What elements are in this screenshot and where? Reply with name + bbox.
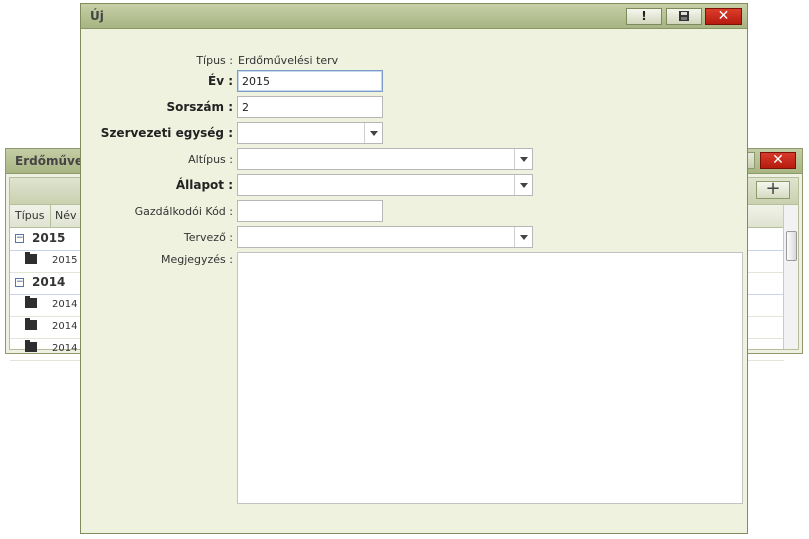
floppy-disk-icon — [679, 11, 689, 21]
save-button[interactable] — [666, 8, 702, 25]
folder-icon — [25, 296, 37, 308]
background-window-title: Erdőműve — [15, 154, 83, 168]
folder-icon — [25, 252, 37, 264]
folder-icon — [25, 340, 37, 352]
background-close-button[interactable]: ✕ — [760, 152, 796, 169]
tervezo-select[interactable] — [237, 226, 533, 248]
column-header-nev[interactable]: Név — [55, 209, 77, 222]
gazdalkodoi-kod-label: Gazdálkodói Kód : — [134, 205, 233, 218]
group-label: 2015 — [32, 231, 66, 245]
dialog-titlebar[interactable]: Új ! ✕ — [81, 4, 747, 29]
megjegyzes-textarea[interactable] — [237, 252, 743, 504]
vertical-scrollbar[interactable] — [783, 205, 798, 349]
collapse-toggle-icon[interactable]: − — [15, 234, 24, 243]
chevron-down-icon[interactable] — [514, 227, 532, 247]
dialog-title: Új — [90, 9, 104, 23]
alert-button[interactable]: ! — [626, 8, 662, 25]
allapot-select[interactable] — [237, 174, 533, 196]
add-button[interactable]: + — [756, 180, 790, 199]
tipus-value: Erdőművelési terv — [238, 54, 339, 67]
szervezeti-egyseg-label: Szervezeti egység : — [100, 126, 233, 140]
column-separator[interactable] — [50, 205, 51, 227]
column-header-tipus[interactable]: Típus — [15, 209, 44, 222]
group-label: 2014 — [32, 275, 66, 289]
tipus-label: Típus : — [196, 54, 233, 67]
ev-input[interactable] — [237, 70, 383, 92]
szervezeti-egyseg-select[interactable] — [237, 122, 383, 144]
allapot-label: Állapot : — [175, 178, 233, 192]
chevron-down-icon[interactable] — [514, 149, 532, 169]
new-item-dialog: Új ! ✕ Típus : Erdőművelési terv Év : So… — [80, 3, 748, 534]
ev-label: Év : — [208, 74, 233, 88]
altipus-label: Altípus : — [188, 153, 233, 166]
megjegyzes-label: Megjegyzés : — [160, 253, 233, 266]
folder-icon — [25, 318, 37, 330]
altipus-select[interactable] — [237, 148, 533, 170]
tervezo-label: Tervező : — [183, 231, 233, 244]
row-name: 2015 — [52, 255, 78, 266]
sorszam-label: Sorszám : — [166, 100, 233, 114]
gazdalkodoi-kod-input[interactable] — [237, 200, 383, 222]
collapse-toggle-icon[interactable]: − — [15, 278, 24, 287]
chevron-down-icon[interactable] — [514, 175, 532, 195]
close-button[interactable]: ✕ — [705, 8, 742, 25]
sorszam-input[interactable] — [237, 96, 383, 118]
scrollbar-thumb[interactable] — [786, 231, 797, 261]
chevron-down-icon[interactable] — [364, 123, 382, 143]
